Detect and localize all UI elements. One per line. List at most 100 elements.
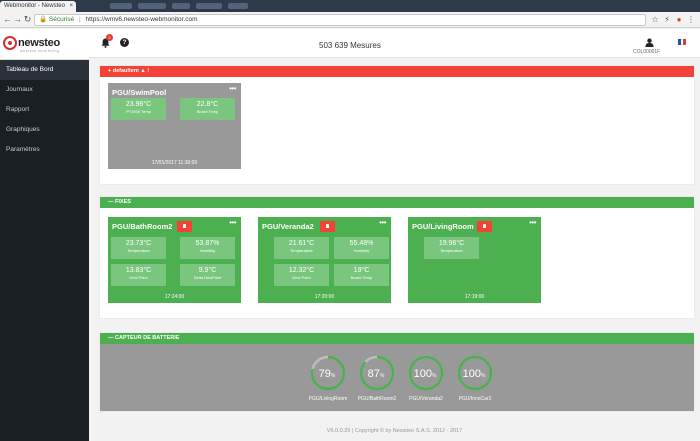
extension-icon[interactable]: ⚡ [662, 15, 672, 25]
battery-gauge[interactable]: 87% [357, 353, 397, 393]
card-timestamp: 17:20:00 [314, 294, 335, 300]
card-timestamp: 17:19:00 [464, 294, 485, 300]
battery-gauge[interactable]: 79% [308, 353, 348, 393]
measure-tile: 22.8°C Board Temp [180, 98, 235, 120]
measure-tile: 53.87% Humidity [180, 237, 235, 259]
gauge-value-number: 87 [368, 368, 380, 380]
secure-label: Sécurisé [48, 16, 75, 23]
measure-label: Board Temp [196, 109, 219, 114]
measure-label: Humidity [199, 248, 216, 253]
fixes-panel-header[interactable]: — FIXES [100, 197, 694, 208]
measure-tile: 55.48% Humidity [334, 237, 389, 259]
defaults-panel: + defaultem ▲ ! PGU/SwimPool ••• 23.98°C… [100, 66, 694, 184]
card-title: PGU/LivingRoom [412, 222, 474, 231]
user-icon[interactable] [645, 38, 654, 47]
gauge-value-unit: % [481, 373, 486, 379]
user-id[interactable]: COL00001F [633, 49, 660, 55]
card-timestamp: 17:24:00 [164, 294, 185, 300]
measure-value: 13.83°C [125, 267, 152, 274]
measure-label: Dew Point [292, 275, 311, 280]
newsteo-logo[interactable]: newsteo wireless monitoring [0, 29, 89, 60]
card-menu-icon[interactable]: ••• [529, 218, 536, 227]
newsteo-logo-icon [3, 36, 17, 50]
measure-value: 23.98°C [125, 101, 152, 108]
measure-tile: 23.73°C Temperature [111, 237, 166, 259]
browser-menu-icon[interactable]: ⋮ [686, 15, 696, 25]
card-menu-icon[interactable]: ••• [229, 218, 236, 227]
measure-label: PT1000 Temp [126, 109, 151, 114]
reload-icon[interactable]: ↻ [22, 14, 33, 25]
measure-value: 19°C [353, 267, 370, 274]
url-input[interactable]: 🔒 Sécurisé | https://wmv6.newsteo-webmon… [34, 14, 646, 26]
measure-tile: 12.32°C Dew Point [274, 264, 329, 286]
sidebar-item-tableau-de-bord[interactable]: Tableau de Bord [0, 60, 89, 80]
gauge-value-number: 100 [414, 368, 432, 380]
measure-label: Dew Point [129, 275, 148, 280]
bookmark-placeholder [196, 3, 222, 9]
browser-address-bar: ← → ↻ 🔒 Sécurisé | https://wmv6.newsteo-… [0, 12, 700, 28]
browser-tab-bar: Webmonitor - Newsteo × [0, 0, 700, 12]
fixes-panel: — FIXES PGU/BathRoom2 ••• 23.73°C Temper… [100, 197, 694, 318]
alert-bell-icon[interactable] [177, 221, 192, 232]
card-menu-icon[interactable]: ••• [379, 218, 386, 227]
measure-value: 53.87% [195, 240, 220, 247]
measure-value: 55.48% [349, 240, 374, 247]
bookmark-star-icon[interactable]: ☆ [650, 15, 660, 25]
bookmark-placeholder [172, 3, 190, 9]
opera-extension-icon[interactable]: ● [674, 15, 684, 25]
card-title: PGU/Veranda2 [262, 222, 314, 231]
measure-tile: 19°C Board Temp [334, 264, 389, 286]
gauge-value: 79% [319, 368, 336, 380]
notification-badge: 2 [106, 34, 113, 41]
gauge-value: 100% [414, 368, 437, 380]
sidebar-item-graphiques[interactable]: Graphiques [0, 120, 89, 140]
top-header: 2 ? 503 639 Mesures COL00001F [89, 29, 700, 58]
url-text: https://wmv6.newsteo-webmonitor.com [85, 16, 198, 23]
sidebar-item-journaux[interactable]: Journaux [0, 80, 89, 100]
alert-bell-icon[interactable] [320, 221, 335, 232]
sidebar-item-rapport[interactable]: Rapport [0, 100, 89, 120]
browser-tab-title: Webmonitor - Newsteo [4, 3, 65, 9]
sensor-card-veranda2[interactable]: PGU/Veranda2 ••• 21.61°C Temperature 55.… [258, 217, 391, 303]
measure-tile: 9.9°C Delta DewPoint [180, 264, 235, 286]
measure-label: Board Temp [350, 275, 373, 280]
close-tab-icon[interactable]: × [69, 1, 73, 12]
bookmark-placeholder [110, 3, 132, 9]
battery-gauge[interactable]: 100% [455, 353, 495, 393]
bookmark-placeholder [228, 3, 248, 9]
battery-panel-header[interactable]: — CAPTEUR DE BATTERIE [100, 333, 694, 344]
defaults-panel-header[interactable]: + defaultem ▲ ! [100, 66, 694, 77]
measure-value: 22.8°C [196, 101, 219, 108]
measure-value: 21.61°C [288, 240, 315, 247]
sensor-card-swimpool[interactable]: PGU/SwimPool ••• 23.98°C PT1000 Temp 22.… [108, 83, 241, 169]
measure-value: 12.32°C [288, 267, 315, 274]
alert-bell-icon[interactable] [477, 221, 492, 232]
sidebar-item-parametres[interactable]: Paramètres [0, 140, 89, 160]
help-icon[interactable]: ? [120, 38, 129, 47]
measure-label: Temperature [127, 248, 150, 253]
gauge-value: 87% [368, 368, 385, 380]
french-flag-icon[interactable] [678, 39, 687, 45]
card-menu-icon[interactable]: ••• [229, 84, 236, 93]
measure-value: 23.73°C [125, 240, 152, 247]
logo-name: newsteo [18, 37, 60, 49]
card-title: PGU/BathRoom2 [112, 222, 173, 231]
sensor-card-bathroom2[interactable]: PGU/BathRoom2 ••• 23.73°C Temperature 53… [108, 217, 241, 303]
browser-tab[interactable]: Webmonitor - Newsteo × [0, 1, 76, 12]
gauge-label: PGU/InnoCar2 [458, 396, 492, 402]
gauge-value-unit: % [331, 373, 336, 379]
battery-gauge[interactable]: 100% [406, 353, 446, 393]
gauge-value-number: 79 [319, 368, 331, 380]
measure-value: 19.96°C [438, 240, 465, 247]
measure-value: 9.9°C [198, 267, 217, 274]
footer-copyright: V6.0.0.29 | Copyright © by Newsteo S.A.S… [326, 428, 463, 434]
lock-icon: 🔒 [39, 16, 48, 23]
measure-label: Temperature [290, 248, 313, 253]
url-separator: | [79, 16, 81, 23]
gauge-value-unit: % [432, 373, 437, 379]
gauge-value: 100% [463, 368, 486, 380]
sensor-card-livingroom[interactable]: PGU/LivingRoom ••• 19.96°C Temperature 1… [408, 217, 541, 303]
bookmark-placeholder [138, 3, 166, 9]
measure-label: Humidity [353, 248, 370, 253]
measure-label: Temperature [440, 248, 463, 253]
